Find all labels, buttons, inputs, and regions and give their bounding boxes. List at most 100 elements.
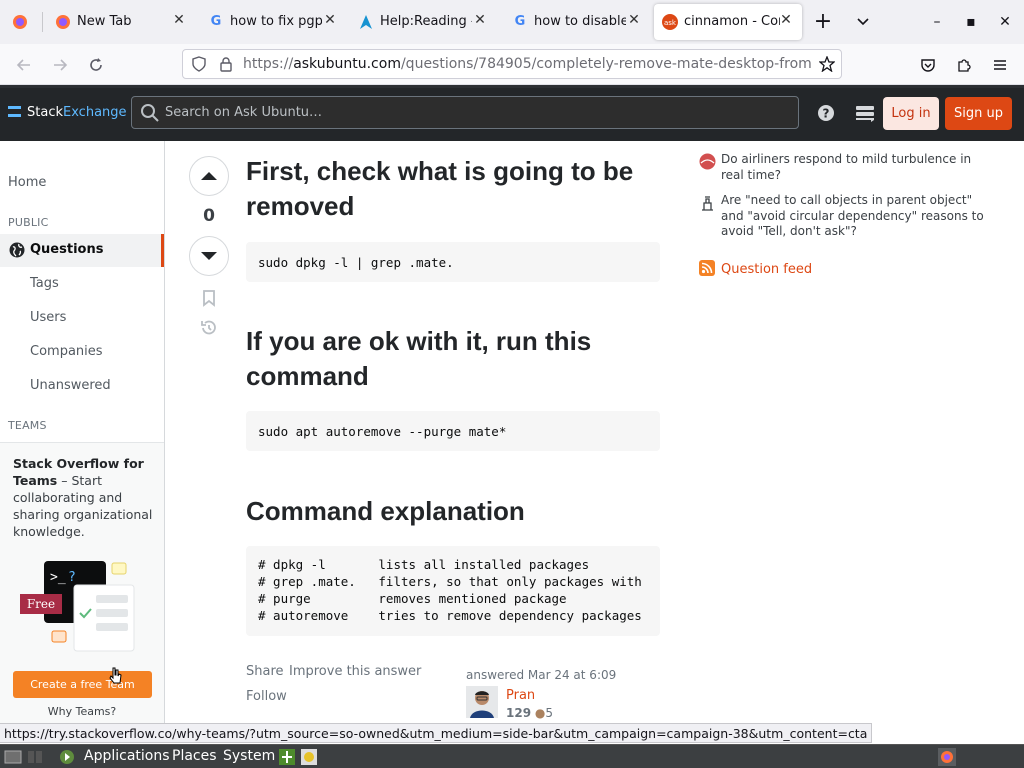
sidebar-item-unanswered[interactable]: Unanswered (30, 378, 194, 393)
list-tabs-button[interactable] (846, 0, 880, 44)
app-menu-button[interactable] (987, 52, 1013, 78)
firefox-taskbar-icon[interactable] (938, 748, 956, 766)
share-link[interactable]: Share (246, 664, 284, 679)
site-search-input[interactable]: Search on Ask Ubuntu… (131, 96, 799, 129)
url-bar[interactable]: https://askubuntu.com/questions/784905/c… (182, 49, 842, 79)
close-icon[interactable]: ✕ (778, 12, 794, 28)
updates-icon[interactable] (300, 748, 318, 766)
applications-menu[interactable]: Applications (84, 748, 170, 764)
sidebar-item-tags[interactable]: Tags (30, 276, 194, 291)
hot-question-link[interactable]: Are "need to call objects in parent obje… (721, 193, 996, 240)
question-feed-link[interactable]: Question feed (699, 260, 812, 277)
close-icon[interactable]: ✕ (626, 12, 642, 28)
hamburger-menu-icon (994, 60, 1006, 70)
url-text[interactable]: https://askubuntu.com/questions/784905/c… (243, 56, 811, 72)
search-placeholder: Search on Ask Ubuntu… (165, 105, 323, 120)
tab-new-tab[interactable]: New Tab ✕ (43, 0, 196, 44)
tab-label: New Tab (77, 14, 132, 29)
sidebar-item-companies[interactable]: Companies (30, 344, 194, 359)
window-close-button[interactable]: ✕ (988, 0, 1022, 44)
teams-promo: Stack Overflow for Teams – Start collabo… (0, 442, 164, 732)
svg-text:?: ? (68, 570, 76, 585)
follow-link[interactable]: Follow (246, 689, 287, 704)
sidebar-item-questions[interactable]: Questions (0, 234, 164, 267)
reload-button[interactable] (83, 52, 109, 78)
user-avatar-image (466, 686, 498, 718)
tab-cinnamon-active[interactable]: ask cinnamon - Con ✕ (654, 4, 802, 40)
signup-button[interactable]: Sign up (945, 97, 1012, 130)
avatar[interactable] (466, 686, 498, 718)
rss-icon (699, 260, 715, 276)
forward-button[interactable] (47, 52, 73, 78)
login-button[interactable]: Log in (883, 97, 939, 130)
left-sidebar: Home PUBLIC Questions Tags Users Compani… (0, 141, 165, 732)
places-menu[interactable]: Places (172, 748, 217, 764)
tab-firefox-view[interactable] (0, 0, 42, 44)
answer-heading-explanation: Command explanation (246, 496, 525, 526)
aviation-site-icon (699, 153, 716, 170)
code-block-autoremove: sudo apt autoremove --purge mate* (246, 411, 660, 451)
site-header: StackExchange Search on Ask Ubuntu… ? Lo… (0, 85, 1024, 141)
history-icon[interactable] (199, 318, 219, 338)
pocket-icon (921, 59, 935, 72)
bookmark-icon[interactable] (202, 289, 216, 307)
teams-description: Stack Overflow for Teams – Start collabo… (13, 456, 153, 539)
terminal-icon[interactable] (26, 748, 44, 766)
sidebar-item-users[interactable]: Users (30, 310, 194, 325)
search-icon (141, 104, 159, 122)
minimize-button[interactable]: – (920, 0, 954, 44)
sidebar-item-home[interactable]: Home (8, 175, 172, 190)
new-tab-button[interactable]: + (806, 0, 840, 44)
site-switcher-icon[interactable] (855, 102, 875, 124)
tab-label: cinnamon - Con (684, 14, 780, 29)
create-team-button[interactable]: Create a free Team (13, 671, 152, 698)
sidebar-item-label: Questions (30, 242, 104, 257)
mint-menu-icon[interactable] (58, 748, 76, 766)
svg-text:ask: ask (664, 19, 677, 27)
lock-icon[interactable] (219, 56, 233, 72)
tab-pgp-search[interactable]: G how to fix pgp e ✕ (196, 0, 346, 44)
answered-timestamp: answered Mar 24 at 6:09 (466, 668, 617, 682)
help-icon[interactable]: ? (816, 102, 836, 124)
os-taskbar: Applications Places System (0, 744, 1024, 768)
stackexchange-logo[interactable]: StackExchange (8, 105, 127, 120)
improve-answer-link[interactable]: Improve this answer (289, 664, 421, 679)
globe-icon (9, 242, 25, 258)
bookmark-star-icon[interactable] (819, 56, 835, 72)
arrow-up-icon (201, 172, 217, 180)
puzzle-icon (958, 59, 971, 72)
shield-icon[interactable] (191, 56, 207, 72)
downvote-button[interactable] (189, 236, 229, 276)
askubuntu-icon: ask (662, 14, 678, 30)
launcher-icon[interactable] (278, 748, 296, 766)
code-block-explanation: # dpkg -l lists all installed packages #… (246, 546, 660, 636)
why-teams-link[interactable]: Why Teams? (0, 705, 164, 718)
user-name-link[interactable]: Pran (506, 688, 535, 703)
close-icon[interactable]: ✕ (171, 12, 187, 28)
upvote-button[interactable] (189, 156, 229, 196)
arrow-down-icon (201, 252, 217, 260)
close-icon[interactable]: ✕ (322, 12, 338, 28)
tab-arch-wiki[interactable]: Help:Reading - A ✕ (346, 0, 496, 44)
arrow-left-icon (16, 59, 30, 71)
chevron-down-icon (857, 18, 869, 26)
svg-text:>_: >_ (50, 570, 66, 585)
close-icon[interactable]: ✕ (472, 12, 488, 28)
maximize-button[interactable]: ▪ (954, 0, 988, 44)
firefox-icon (13, 15, 27, 29)
system-menu[interactable]: System (223, 748, 275, 764)
show-desktop-icon[interactable] (4, 748, 22, 766)
back-button[interactable] (11, 52, 37, 78)
pocket-button[interactable] (915, 52, 941, 78)
link-status-url: https://try.stackoverflow.co/why-teams/?… (0, 723, 873, 743)
extensions-button[interactable] (951, 52, 977, 78)
tab-label: how to disable r (534, 14, 626, 29)
google-icon: G (210, 14, 222, 29)
hot-question-link[interactable]: Do airliners respond to mild turbulence … (721, 152, 996, 183)
tab-disable-search[interactable]: G how to disable r ✕ (500, 0, 650, 44)
firefox-icon (56, 15, 70, 29)
software-engineering-site-icon (702, 196, 713, 211)
sidebar-heading-public: PUBLIC (8, 216, 49, 229)
tab-label: how to fix pgp e (230, 14, 322, 29)
google-icon: G (514, 14, 526, 29)
